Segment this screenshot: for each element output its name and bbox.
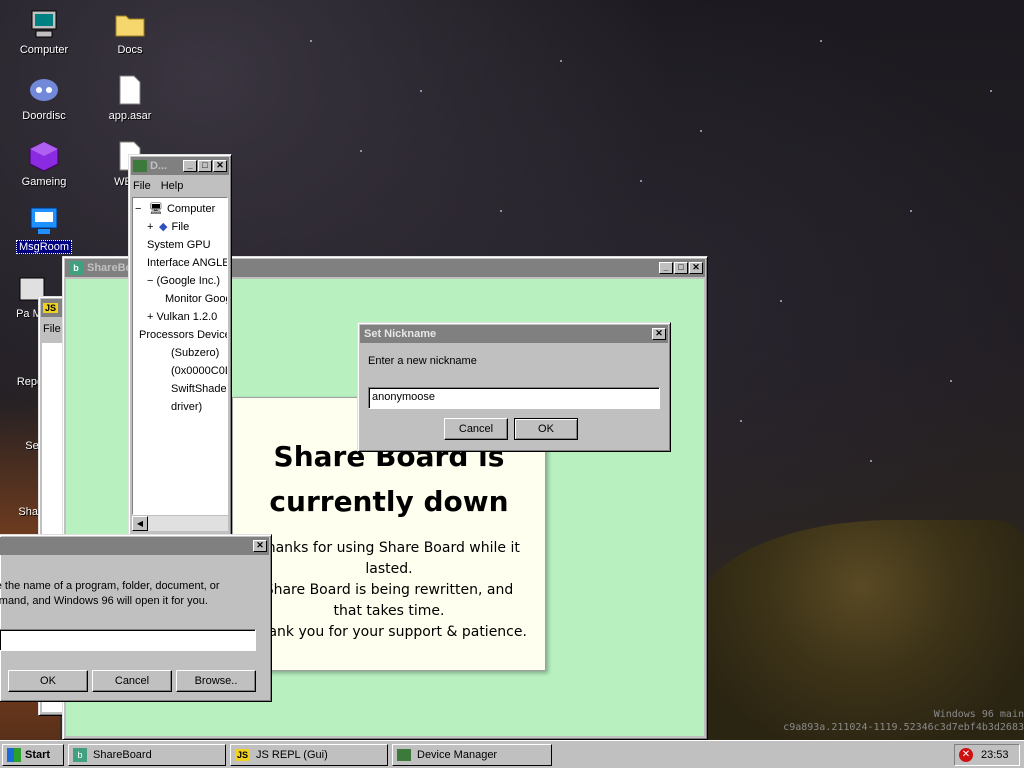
- run-description: Type the name of a program, folder, docu…: [0, 579, 266, 609]
- device-manager-app-icon: [397, 749, 411, 761]
- start-label: Start: [25, 749, 51, 761]
- taskbar-item-label: ShareBoard: [93, 749, 152, 761]
- shareboard-app-icon: b: [69, 261, 83, 275]
- run-description-line1: Type the name of a program, folder, docu…: [0, 580, 220, 592]
- watermark-line1: Windows 96 main: [933, 709, 1024, 720]
- close-button[interactable]: ✕: [213, 160, 227, 172]
- ok-button[interactable]: OK: [8, 670, 88, 692]
- run-dialog-titlebar[interactable]: ✕: [0, 537, 269, 555]
- tree-item[interactable]: − 🖥 Computer: [135, 200, 225, 218]
- cancel-button[interactable]: Cancel: [92, 670, 172, 692]
- tree-item: driver): [171, 401, 203, 413]
- desktop-icon-computer[interactable]: Computer: [12, 8, 76, 56]
- nickname-prompt: Enter a new nickname: [368, 355, 477, 367]
- taskbar-item-label: JS REPL (Gui): [256, 749, 328, 761]
- taskbar-item-shareboard[interactable]: b ShareBoard: [68, 744, 226, 766]
- taskbar-item-js-repl[interactable]: JS JS REPL (Gui): [230, 744, 388, 766]
- menu-file[interactable]: File: [133, 180, 151, 192]
- tree-item[interactable]: + Vulkan 1.2.0: [135, 308, 225, 326]
- close-button[interactable]: ✕: [652, 328, 666, 340]
- browse-button[interactable]: Browse..: [176, 670, 256, 692]
- folder-icon: [114, 8, 146, 40]
- desktop-icon-label: Docs: [117, 44, 143, 56]
- taskbar-item-device-manager[interactable]: Device Manager: [392, 744, 552, 766]
- set-nickname-titlebar[interactable]: Set Nickname ✕: [360, 325, 668, 343]
- system-tray: ✕ 23:53: [954, 744, 1020, 766]
- discord-icon: [28, 74, 60, 106]
- watermark-line2: c9a893a.211024-1119.52346c3d7ebf4b3d2683: [783, 722, 1024, 733]
- horizontal-scrollbar[interactable]: ◀: [132, 515, 228, 531]
- computer-icon: 🖥: [149, 203, 163, 215]
- run-input[interactable]: [0, 629, 256, 651]
- start-button[interactable]: Start: [2, 744, 64, 766]
- desktop-icon-doordisc[interactable]: Doordisc: [12, 74, 76, 122]
- computer-icon: [28, 8, 60, 40]
- desktop-icon-msgroom[interactable]: MsgRoom: [12, 204, 76, 254]
- minimize-button[interactable]: _: [659, 262, 673, 274]
- windows-logo-icon: [7, 748, 21, 762]
- taskbar: Start b ShareBoard JS JS REPL (Gui) Devi…: [0, 740, 1024, 768]
- desktop-icon-docs[interactable]: Docs: [98, 8, 162, 56]
- tree-item[interactable]: Monitor Google: [135, 290, 227, 308]
- tree-item: (Subzero): [171, 347, 220, 359]
- down-message-3: Thank you for your support & patience.: [251, 624, 527, 640]
- desktop-icon-label: app.asar: [108, 110, 152, 122]
- run-description-line2: command, and Windows 96 will open it for…: [0, 595, 208, 607]
- tree-item[interactable]: System GPU: [135, 236, 225, 254]
- set-nickname-title: Set Nickname: [364, 328, 437, 340]
- desktop-icon-label: Computer: [19, 44, 69, 56]
- desktop-icon-gameing[interactable]: Gameing: [12, 140, 76, 188]
- error-icon[interactable]: ✕: [959, 748, 973, 762]
- scroll-left-button[interactable]: ◀: [132, 516, 148, 531]
- device-manager-title: D...: [150, 160, 168, 172]
- down-message-1: Thanks for using Share Board while it la…: [258, 540, 520, 577]
- device-tree[interactable]: − 🖥 Computer + ◆ File System GPU Interface A…: [132, 197, 228, 515]
- clock[interactable]: 23:53: [981, 749, 1009, 761]
- device-manager-app-icon: [133, 160, 147, 172]
- ok-button[interactable]: OK: [514, 418, 578, 440]
- shareboard-app-icon: b: [73, 748, 87, 762]
- set-nickname-dialog[interactable]: Set Nickname ✕ Enter a new nickname anon…: [357, 322, 671, 452]
- watermark: Windows 96 main c9a893a.211024-1119.5234…: [704, 708, 1024, 734]
- js-icon: JS: [43, 303, 59, 313]
- run-dialog[interactable]: ✕ Type the name of a program, folder, do…: [0, 534, 272, 702]
- file-icon: [114, 74, 146, 106]
- down-message-2: Share Board is being rewritten, and that…: [264, 582, 514, 619]
- tree-item: (0x0000C0DE)),: [171, 365, 227, 377]
- desktop-icon-app-asar[interactable]: app.asar: [98, 74, 162, 122]
- taskbar-item-label: Device Manager: [417, 749, 498, 761]
- js-icon: JS: [235, 749, 251, 761]
- maximize-button[interactable]: □: [674, 262, 688, 274]
- device-manager-window[interactable]: D... _ □ ✕ File Help − 🖥 Computer + ◆ File S…: [128, 154, 232, 536]
- tree-item[interactable]: − (Google Inc.): [135, 272, 225, 290]
- desktop-icon-label: Doordisc: [22, 110, 66, 122]
- cube-icon: [28, 140, 60, 172]
- nickname-input[interactable]: anonymoose: [368, 387, 660, 409]
- minimize-button[interactable]: _: [183, 160, 197, 172]
- tree-item[interactable]: Processors Device: [135, 326, 227, 344]
- device-manager-titlebar[interactable]: D... _ □ ✕: [131, 157, 229, 175]
- tree-item: SwiftShader: [171, 383, 228, 395]
- close-button[interactable]: ✕: [689, 262, 703, 274]
- menu-help[interactable]: Help: [161, 180, 184, 192]
- desktop-icon-label: MsgRoom: [15, 240, 73, 254]
- wallpaper-hill: [700, 520, 1024, 740]
- tree-item[interactable]: Interface ANGLE: [135, 254, 227, 272]
- cancel-button[interactable]: Cancel: [444, 418, 508, 440]
- tree-item[interactable]: + ◆ File: [135, 218, 225, 236]
- desktop-icon-label: Gameing: [21, 176, 67, 188]
- msgroom-icon: [28, 204, 60, 236]
- maximize-button[interactable]: □: [198, 160, 212, 172]
- diamond-icon: ◆: [159, 221, 168, 233]
- close-button[interactable]: ✕: [253, 540, 267, 552]
